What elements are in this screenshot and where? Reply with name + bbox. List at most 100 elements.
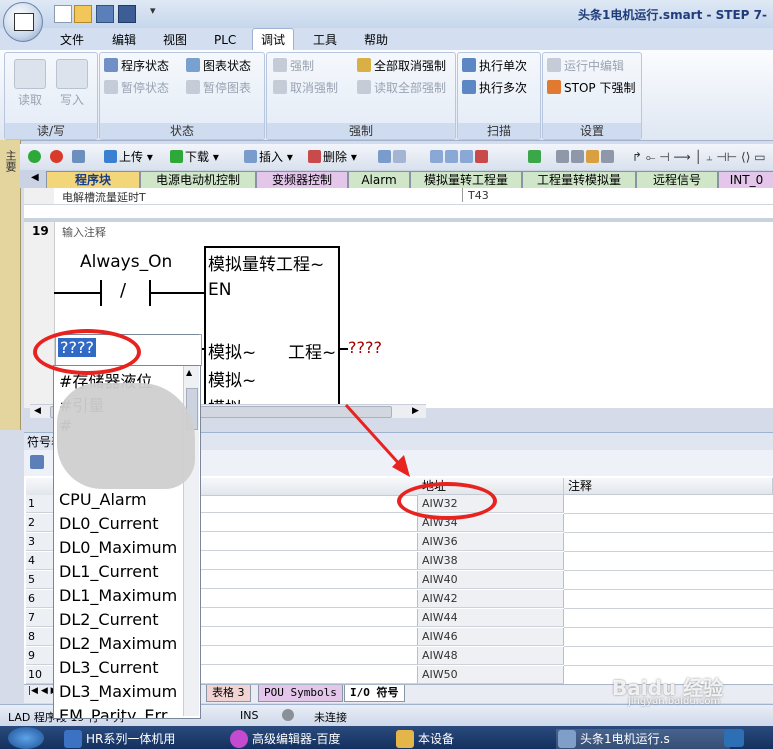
address-cell[interactable]: AIW50 — [418, 666, 564, 684]
comment-cell[interactable] — [564, 628, 773, 647]
start-button[interactable] — [8, 727, 44, 749]
menu-tools[interactable]: 工具 — [305, 30, 345, 50]
address-cell[interactable]: AIW46 — [418, 628, 564, 646]
stop-icon[interactable] — [50, 148, 65, 166]
address-cell[interactable]: AIW38 — [418, 552, 564, 570]
address-cell[interactable]: AIW44 — [418, 609, 564, 627]
toolbar-icon-c[interactable] — [528, 148, 543, 166]
tab-eng-to-analog[interactable]: 工程量转模拟量 — [522, 171, 636, 188]
address-cell[interactable]: AIW42 — [418, 590, 564, 608]
tab-alarm[interactable]: Alarm — [348, 171, 410, 188]
toolbar-icon-d[interactable] — [556, 148, 616, 166]
address-cell[interactable]: AIW40 — [418, 571, 564, 589]
multi-scan-button[interactable]: 执行多次 — [462, 79, 527, 97]
tab-table-3[interactable]: 表格 3 — [206, 685, 251, 702]
taskbar-item-baidu[interactable]: 高级编辑器-百度 — [228, 729, 402, 749]
tab-remote-signal[interactable]: 远程信号 — [636, 171, 718, 188]
download-button[interactable]: 下载 ▾ — [170, 148, 219, 166]
delete-button[interactable]: 删除 ▾ — [308, 148, 357, 166]
single-scan-button[interactable]: 执行单次 — [462, 57, 527, 75]
tab-pou-symbols[interactable]: POU Symbols — [258, 685, 343, 702]
tab-int0[interactable]: INT_0 — [718, 171, 773, 188]
taskbar-item-step7[interactable]: 头条1电机运行.s — [556, 729, 730, 749]
unforce-button[interactable]: 取消强制 — [273, 79, 338, 97]
compile-icon[interactable] — [72, 148, 87, 166]
column-header-comment[interactable]: 注释 — [564, 478, 773, 495]
read-button[interactable]: 读取 — [11, 59, 49, 108]
tab-vfd-control[interactable]: 变频器控制 — [256, 171, 348, 188]
tab-analog-to-eng[interactable]: 模拟量转工程量 — [410, 171, 522, 188]
tab-io-symbols[interactable]: I/O 符号 — [344, 685, 405, 702]
taskbar-app-icon[interactable] — [724, 729, 744, 747]
comment-cell[interactable] — [564, 552, 773, 571]
comment-cell[interactable] — [564, 495, 773, 514]
menu-view[interactable]: 视图 — [155, 30, 195, 50]
scroll-up-icon[interactable]: ▲ — [186, 368, 192, 377]
dropdown-item-dl1-maximum[interactable]: DL1_Maximum — [59, 586, 177, 605]
read-all-forced-button[interactable]: 读取全部强制 — [357, 79, 446, 97]
upload-button[interactable]: 上传 ▾ — [104, 148, 153, 166]
quick-access-dropdown-icon[interactable]: ▾ — [150, 4, 156, 17]
comment-cell[interactable] — [564, 647, 773, 666]
table-options-icon[interactable] — [30, 455, 44, 469]
tab-program-block[interactable]: 程序块 — [46, 171, 140, 188]
dropdown-item-dl2-maximum[interactable]: DL2_Maximum — [59, 634, 177, 653]
dropdown-item-dl1-current[interactable]: DL1_Current — [59, 562, 159, 581]
menu-help[interactable]: 帮助 — [356, 30, 396, 50]
save-icon[interactable] — [96, 5, 114, 23]
dropdown-item-dl0-current[interactable]: DL0_Current — [59, 514, 159, 533]
toolbar-icon-b[interactable] — [430, 148, 490, 166]
taskbar-item-hr[interactable]: HR系列一体机用 — [62, 729, 236, 749]
tab-scroll-left-icon[interactable]: ◀ — [31, 172, 39, 183]
force-button[interactable]: 强制 — [273, 57, 314, 75]
write-button[interactable]: 写入 — [53, 59, 91, 108]
menu-plc[interactable]: PLC — [206, 30, 244, 50]
sidebar-tab-main[interactable]: 主要 — [2, 150, 18, 210]
ladder-element-icons[interactable]: ↱ ⟜ ⊣ ⟶ │ ⫠ ⊣⊢ ⟨⟩ ▭ — [632, 148, 766, 166]
pause-chart-button[interactable]: 暂停图表 — [186, 79, 251, 97]
comment-cell[interactable] — [564, 609, 773, 628]
network-comment-input[interactable]: 输入注释 — [62, 224, 106, 240]
stop-force-button[interactable]: STOP 下强制 — [547, 79, 635, 97]
multi-scan-icon — [462, 80, 476, 94]
dropdown-item-dl3-maximum[interactable]: DL3_Maximum — [59, 682, 177, 701]
insert-button[interactable]: 插入 ▾ — [244, 148, 293, 166]
address-cell[interactable]: AIW36 — [418, 533, 564, 551]
dropdown-item-dl2-current[interactable]: DL2_Current — [59, 610, 159, 629]
menu-debug[interactable]: 调试 — [252, 28, 295, 51]
pause-status-button[interactable]: 暂停状态 — [104, 79, 169, 97]
status-insert-mode: INS — [240, 709, 259, 722]
dropdown-item-dl3-current[interactable]: DL3_Current — [59, 658, 159, 677]
dropdown-item-em-parity-err[interactable]: EM_Parity_Err — [59, 706, 167, 718]
pin-line — [340, 348, 348, 350]
comment-cell[interactable] — [564, 590, 773, 609]
address-cell[interactable]: AIW48 — [418, 647, 564, 665]
dropdown-item-dl0-maximum[interactable]: DL0_Maximum — [59, 538, 177, 557]
print-icon[interactable] — [118, 5, 136, 23]
program-status-button[interactable]: 程序状态 — [104, 57, 169, 75]
open-folder-icon[interactable] — [74, 5, 92, 23]
blurred-region — [57, 383, 195, 489]
new-file-icon[interactable] — [54, 5, 72, 23]
dropdown-item-cpu-alarm[interactable]: CPU_Alarm — [59, 490, 147, 509]
write-icon — [56, 59, 88, 89]
comment-cell[interactable] — [564, 533, 773, 552]
application-button[interactable] — [3, 2, 43, 42]
rung-line — [54, 292, 100, 294]
output-operand[interactable]: ???? — [348, 338, 382, 357]
group-title-readwrite: 读/写 — [5, 123, 97, 139]
comment-cell[interactable] — [564, 514, 773, 533]
comment-cell[interactable] — [564, 571, 773, 590]
taskbar-item-device[interactable]: 本设备 — [394, 729, 548, 749]
contact-symbol[interactable]: Always_On — [80, 252, 172, 272]
unforce-all-button[interactable]: 全部取消强制 — [357, 57, 446, 75]
chart-status-button[interactable]: 图表状态 — [186, 57, 251, 75]
scroll-left-icon[interactable]: ◀ — [34, 406, 41, 416]
menu-file[interactable]: 文件 — [52, 30, 92, 50]
run-edit-button[interactable]: 运行中编辑 — [547, 57, 624, 75]
tab-power-motor-control[interactable]: 电源电动机控制 — [140, 171, 256, 188]
toolbar-icon-a[interactable] — [378, 148, 408, 166]
run-edit-label: 运行中编辑 — [564, 59, 625, 73]
run-icon[interactable] — [28, 148, 43, 166]
menu-edit[interactable]: 编辑 — [104, 30, 144, 50]
